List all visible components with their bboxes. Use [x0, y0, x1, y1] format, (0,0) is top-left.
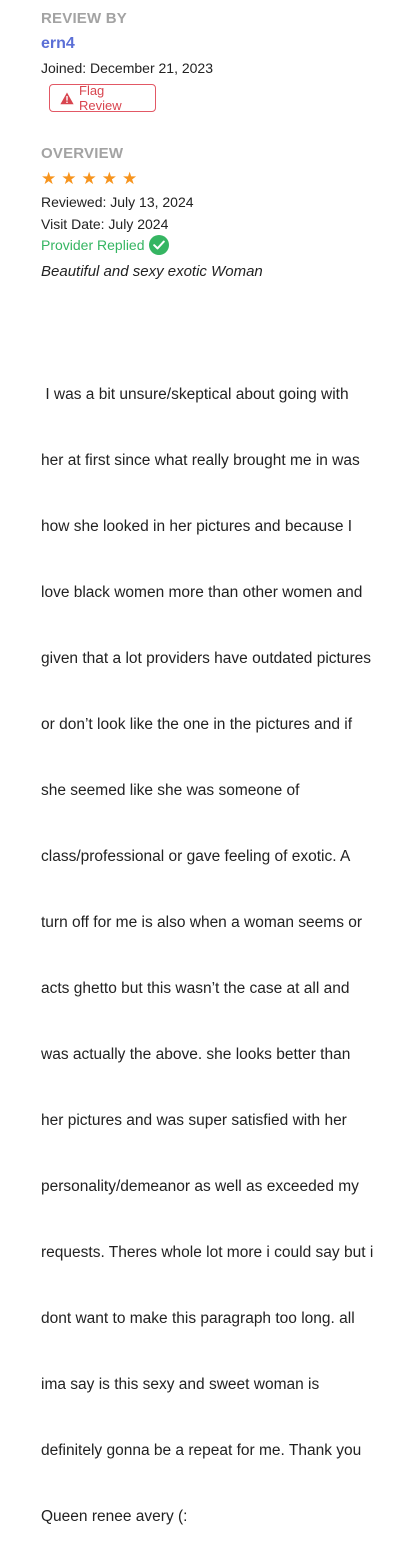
review-line: she seemed like she was someone of: [41, 782, 300, 799]
review-line: ima say is this sexy and sweet woman is: [41, 1376, 320, 1393]
review-line: love black women more than other women a…: [41, 584, 363, 601]
provider-replied-badge[interactable]: Provider Replied: [41, 235, 169, 255]
review-line: was actually the above. she looks better…: [41, 1046, 351, 1063]
star-icon: ★: [101, 169, 117, 188]
review-line: given that a lot providers have outdated…: [41, 650, 372, 667]
provider-replied-label: Provider Replied: [41, 237, 145, 253]
visit-date: Visit Date: July 2024: [41, 216, 169, 232]
star-icon: ★: [61, 169, 77, 188]
warning-triangle-icon: [60, 92, 74, 105]
review-line: her pictures and was super satisfied wit…: [41, 1112, 347, 1129]
flag-review-label: Flag Review: [79, 83, 122, 113]
review-body: I was a bit unsure/skeptical about going…: [41, 340, 413, 1550]
flag-review-button[interactable]: Flag Review: [49, 83, 156, 113]
review-by-label: REVIEW BY: [41, 10, 127, 27]
review-line: class/professional or gave feeling of ex…: [41, 848, 351, 865]
check-circle-icon: [148, 235, 169, 255]
review-line: her at first since what really brought m…: [41, 452, 360, 469]
review-line: requests. Theres whole lot more i could …: [41, 1244, 374, 1261]
joined-date: Joined: December 21, 2023: [41, 60, 213, 76]
star-icon: ★: [41, 169, 57, 188]
overview-label: OVERVIEW: [41, 145, 124, 162]
review-line: turn off for me is also when a woman see…: [41, 914, 363, 931]
review-line: dont want to make this paragraph too lon…: [41, 1310, 355, 1327]
review-line: I was a bit unsure/skeptical about going…: [41, 386, 349, 403]
review-line: Queen renee avery (:: [41, 1508, 188, 1525]
review-line: personality/demeanor as well as exceeded…: [41, 1178, 359, 1195]
reviewer-username[interactable]: ern4: [41, 35, 75, 53]
review-line: definitely gonna be a repeat for me. Tha…: [41, 1442, 362, 1459]
star-icon: ★: [81, 169, 97, 188]
review-line: how she looked in her pictures and becau…: [41, 518, 353, 535]
review-line: acts ghetto but this wasn’t the case at …: [41, 980, 350, 997]
star-rating: ★ ★ ★ ★ ★: [41, 170, 137, 187]
star-icon: ★: [122, 169, 138, 188]
reviewed-date: Reviewed: July 13, 2024: [41, 194, 194, 210]
review-line: or don’t look like the one in the pictur…: [41, 716, 353, 733]
review-title: Beautiful and sexy exotic Woman: [41, 263, 263, 280]
